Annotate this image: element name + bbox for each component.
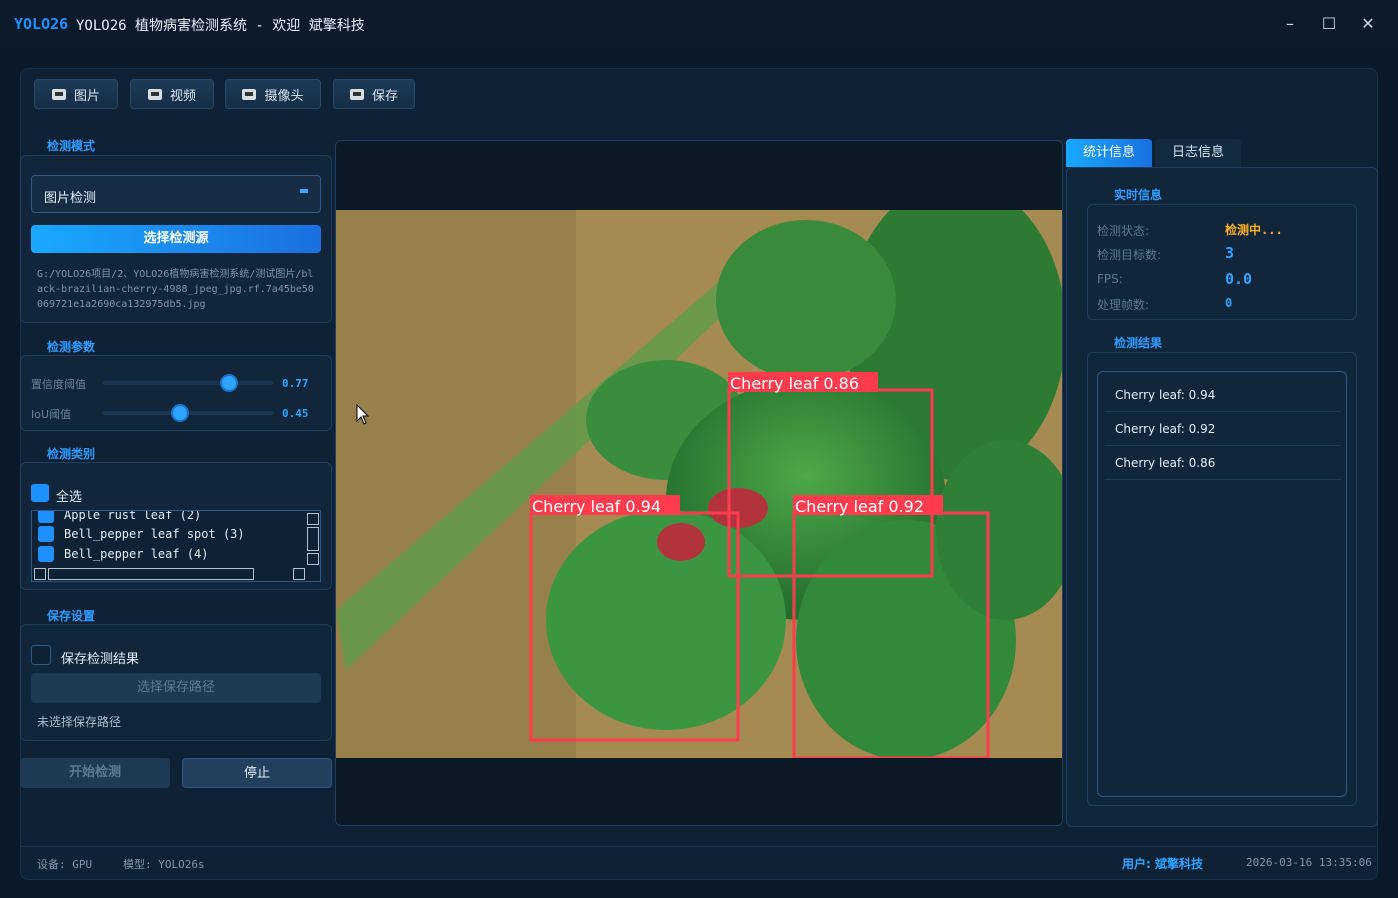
- choose-save-path-button[interactable]: 选择保存路径: [31, 673, 321, 703]
- scroll-right-button[interactable]: [293, 568, 305, 580]
- scroll-down-button[interactable]: [307, 553, 319, 565]
- class-checkbox[interactable]: [38, 526, 54, 542]
- camera-button[interactable]: 摄像头: [225, 79, 321, 109]
- class-item[interactable]: Bell_pepper leaf (4): [38, 545, 209, 563]
- class-checkbox[interactable]: [38, 511, 54, 523]
- model-info: 模型: YOLO26s: [123, 858, 205, 871]
- detection-label: Cherry leaf 0.92: [795, 497, 924, 516]
- save-button[interactable]: 保存: [333, 79, 415, 109]
- scroll-up-button[interactable]: [307, 513, 319, 525]
- vertical-scrollbar-thumb[interactable]: [307, 527, 319, 551]
- save-icon: [349, 88, 364, 100]
- select-all-checkbox[interactable]: [31, 484, 49, 502]
- maximize-button[interactable]: ☐: [1317, 12, 1341, 36]
- source-path: G:/YOLO26项目/2、YOLO26植物病害检测系统/测试图片/black-…: [37, 269, 314, 310]
- detection-label: Cherry leaf 0.94: [532, 497, 661, 516]
- save-result-label: 保存检测结果: [61, 652, 140, 667]
- datetime: 2026-03-16 13:35:06: [1246, 856, 1372, 869]
- scroll-left-button[interactable]: [34, 568, 46, 580]
- leaf-shape: [716, 220, 896, 380]
- window-title: YOLO26 植物病害检测系统 - 欢迎 斌擎科技: [76, 18, 365, 34]
- result-item[interactable]: Cherry leaf: 0.92: [1105, 412, 1341, 446]
- params-section-title: 检测参数: [47, 340, 96, 354]
- dropdown-arrow-icon: [300, 189, 308, 193]
- class-item-label: Bell_pepper leaf spot (3): [64, 527, 245, 541]
- horizontal-scrollbar-thumb[interactable]: [48, 568, 254, 580]
- close-button[interactable]: ✕: [1356, 12, 1380, 36]
- stop-button[interactable]: 停止: [182, 758, 332, 788]
- camera-button-label: 摄像头: [264, 88, 304, 104]
- select-source-button[interactable]: 选择检测源: [31, 225, 321, 253]
- conf-slider-handle[interactable]: [220, 374, 239, 392]
- webcam-icon: [242, 88, 257, 100]
- detection-label: Cherry leaf 0.86: [730, 374, 859, 393]
- status-label: 检测状态:: [1097, 224, 1150, 238]
- save-path-status: 未选择保存路径: [37, 715, 122, 729]
- iou-slider[interactable]: [103, 404, 273, 422]
- start-detection-button[interactable]: 开始检测: [20, 758, 170, 788]
- classes-section-title: 检测类别: [47, 447, 96, 461]
- frames-value: 0: [1225, 296, 1233, 310]
- status-value: 检测中...: [1225, 223, 1283, 237]
- conf-threshold-label: 置信度阈值: [31, 378, 86, 391]
- save-result-checkbox[interactable]: [31, 645, 51, 665]
- class-list[interactable]: Apple rust leaf (2) Bell_pepper leaf spo…: [31, 510, 321, 582]
- device-info: 设备: GPU: [37, 858, 93, 871]
- result-item[interactable]: Cherry leaf: 0.86: [1105, 446, 1341, 480]
- iou-threshold-label: IoU阈值: [31, 408, 72, 421]
- image-button-label: 图片: [73, 88, 100, 104]
- tab-statistics[interactable]: 统计信息: [1066, 139, 1152, 167]
- video-button[interactable]: 视频: [130, 79, 214, 109]
- video-button-label: 视频: [169, 88, 196, 104]
- class-checkbox[interactable]: [38, 546, 54, 562]
- conf-threshold-value: 0.77: [282, 377, 309, 390]
- display-area: Cherry leaf 0.86 Cherry leaf 0.94 Cherry…: [335, 140, 1063, 826]
- conf-slider[interactable]: [103, 374, 273, 392]
- class-item[interactable]: Apple rust leaf (2): [38, 510, 202, 524]
- target-count-value: 3: [1225, 244, 1235, 262]
- image-button[interactable]: 图片: [34, 79, 118, 109]
- video-icon: [147, 88, 162, 100]
- class-item-label: Bell_pepper leaf (4): [64, 547, 209, 561]
- iou-threshold-value: 0.45: [282, 407, 309, 420]
- class-item-label: Apple rust leaf (2): [64, 510, 202, 522]
- app-logo: YOLO26: [14, 15, 69, 33]
- realtime-section-title: 实时信息: [1114, 188, 1163, 202]
- mode-section-title: 检测模式: [47, 139, 96, 153]
- red-bud: [657, 523, 705, 561]
- result-item[interactable]: Cherry leaf: 0.94: [1105, 378, 1341, 412]
- tab-log[interactable]: 日志信息: [1155, 139, 1241, 167]
- detection-image: Cherry leaf 0.86 Cherry leaf 0.94 Cherry…: [336, 210, 1062, 758]
- mode-select[interactable]: 图片检测: [31, 175, 321, 213]
- save-section-title: 保存设置: [47, 609, 96, 623]
- class-item[interactable]: Bell_pepper leaf spot (3): [38, 525, 245, 543]
- fps-value: 0.0: [1225, 270, 1253, 288]
- title-bar: YOLO26 YOLO26 植物病害检测系统 - 欢迎 斌擎科技 – ☐ ✕: [0, 0, 1398, 48]
- mode-select-value: 图片检测: [44, 191, 97, 206]
- fps-label: FPS:: [1097, 272, 1123, 286]
- frames-label: 处理帧数:: [1097, 298, 1150, 312]
- camera-icon: [51, 88, 66, 100]
- results-section-title: 检测结果: [1114, 336, 1163, 350]
- mouse-cursor-icon: [356, 404, 370, 425]
- user-info: 用户: 斌擎科技: [1122, 857, 1203, 871]
- target-count-label: 检测目标数:: [1097, 248, 1162, 262]
- save-button-label: 保存: [371, 88, 398, 104]
- select-all-label: 全选: [56, 490, 83, 505]
- minimize-button[interactable]: –: [1278, 12, 1302, 36]
